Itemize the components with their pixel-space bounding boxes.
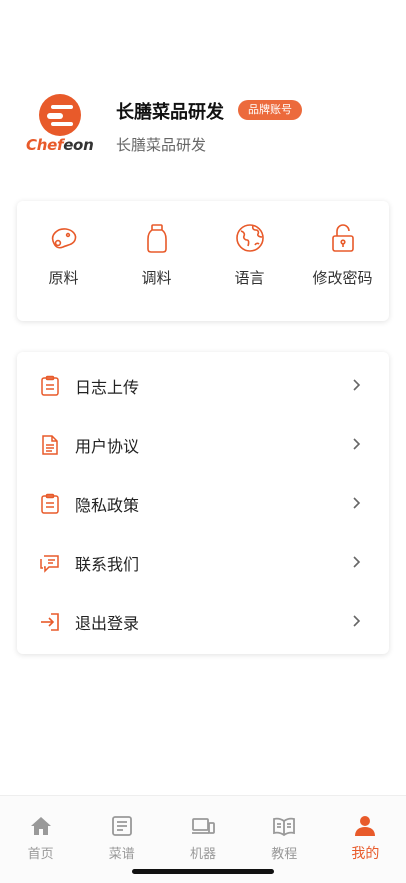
clipboard-icon	[39, 493, 61, 515]
tab-home[interactable]: 首页	[0, 796, 81, 883]
tab-label: 我的	[351, 846, 380, 862]
menu-item-user-agreement[interactable]: 用户协议	[17, 415, 389, 474]
chevron-right-icon	[353, 379, 361, 391]
settings-menu-card: 日志上传 用户协议 隐私政策 联系我们 退出登录	[17, 352, 389, 654]
quick-action-change-password[interactable]: 修改密码	[296, 201, 389, 321]
quick-action-label: 原料	[48, 269, 79, 287]
chevron-right-icon	[353, 438, 361, 450]
brand-account-badge: 品牌账号	[238, 100, 302, 120]
quick-action-language[interactable]: 语言	[203, 201, 296, 321]
chat-icon	[39, 552, 61, 574]
account-name: 长膳菜品研发	[116, 102, 224, 123]
menu-item-label: 用户协议	[75, 436, 140, 456]
menu-item-privacy-policy[interactable]: 隐私政策	[17, 474, 389, 533]
chevron-right-icon	[353, 497, 361, 509]
menu-item-label: 联系我们	[75, 554, 140, 574]
quick-action-label: 语言	[234, 269, 265, 287]
chevron-right-icon	[353, 615, 361, 627]
menu-item-label: 隐私政策	[75, 495, 140, 515]
quick-action-label: 修改密码	[312, 269, 373, 287]
chevron-right-icon	[353, 556, 361, 568]
document-icon	[39, 434, 61, 456]
logo-wordmark: Chefeon	[26, 136, 94, 154]
quick-action-seasoning[interactable]: 调料	[110, 201, 203, 321]
logout-icon	[39, 611, 61, 633]
logo-mark-icon	[39, 94, 81, 136]
quick-actions-card: 原料 调料 语言 修改密码	[17, 201, 389, 321]
tab-label: 首页	[27, 847, 54, 862]
book-icon	[273, 817, 296, 837]
quick-action-label: 调料	[141, 269, 172, 287]
menu-item-contact-us[interactable]: 联系我们	[17, 533, 389, 592]
home-icon	[30, 817, 51, 835]
menu-item-logout[interactable]: 退出登录	[17, 592, 389, 651]
tab-label: 教程	[271, 847, 298, 862]
clipboard-icon	[39, 375, 61, 397]
quick-action-ingredients[interactable]: 原料	[17, 201, 110, 321]
account-subtitle: 长膳菜品研发	[116, 136, 207, 154]
person-icon	[355, 816, 376, 836]
tab-label: 菜谱	[108, 847, 135, 862]
recipe-icon	[111, 816, 132, 836]
menu-item-log-upload[interactable]: 日志上传	[17, 356, 389, 415]
lock-icon	[331, 224, 354, 252]
brand-logo: Chefeon	[26, 92, 98, 158]
home-indicator	[132, 869, 274, 874]
devices-icon	[192, 818, 215, 834]
globe-icon	[235, 224, 264, 252]
tab-mine[interactable]: 我的	[325, 796, 406, 883]
menu-item-label: 退出登录	[75, 613, 140, 633]
seasoning-bottle-icon	[146, 224, 167, 253]
meat-icon	[51, 228, 76, 249]
profile-header: Chefeon 长膳菜品研发 品牌账号 长膳菜品研发	[26, 92, 386, 162]
menu-item-label: 日志上传	[75, 377, 140, 397]
tab-label: 机器	[190, 847, 217, 862]
